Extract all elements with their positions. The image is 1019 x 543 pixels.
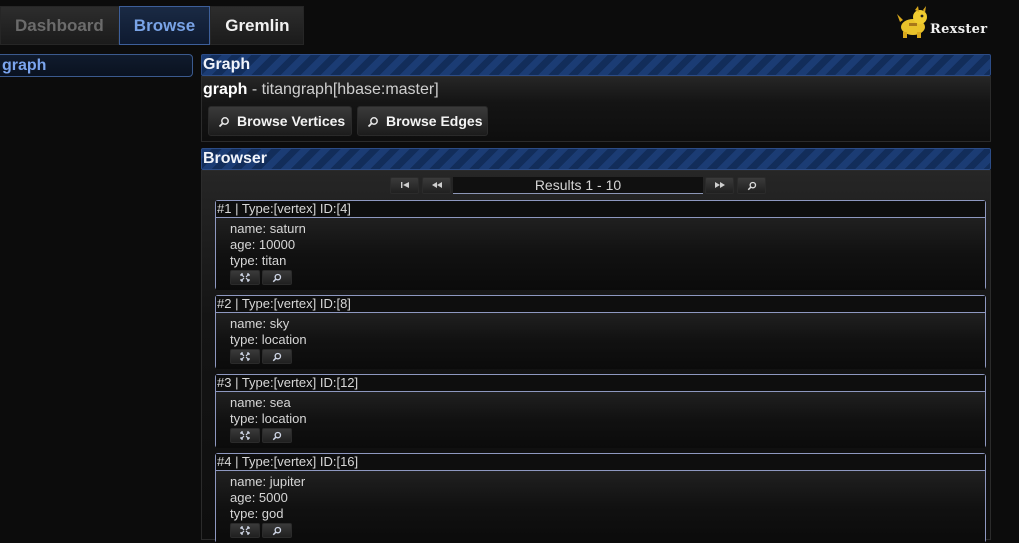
result-card: #3 | Type:[vertex] ID:[12] name: sea typ… (215, 374, 986, 448)
graph-name: graph (203, 81, 248, 98)
sidebar-item-graph[interactable]: graph (0, 54, 193, 77)
result-title[interactable]: #1 | Type:[vertex] ID:[4] (216, 201, 985, 218)
top-nav: Dashboard Browse Gremlin (0, 6, 305, 45)
graph-title: graph - titangraph[hbase:master] (203, 81, 439, 99)
search-icon (272, 431, 282, 440)
first-page-button[interactable] (390, 177, 419, 194)
results-range: Results 1 - 10 (453, 177, 703, 194)
search-icon (272, 273, 282, 282)
expand-icon (240, 273, 250, 282)
previous-page-button[interactable] (422, 177, 451, 194)
result-card: #1 | Type:[vertex] ID:[4] name: saturn a… (215, 200, 986, 290)
inspect-button[interactable] (262, 349, 292, 364)
search-icon (218, 117, 229, 128)
property: name: jupiter (230, 474, 306, 489)
browse-vertices-label: Browse Vertices (237, 113, 346, 129)
tab-dashboard[interactable]: Dashboard (0, 6, 119, 45)
property: type: location (230, 332, 307, 347)
next-page-button[interactable] (705, 177, 734, 194)
property: type: titan (230, 253, 287, 268)
next-page-icon (714, 182, 725, 188)
expand-icon (240, 431, 250, 440)
graph-description: - titangraph[hbase:master] (247, 81, 439, 98)
result-properties: name: jupiter age: 5000 type: god (216, 471, 985, 543)
property: name: sea (230, 395, 291, 410)
browse-edges-button[interactable]: Browse Edges (357, 106, 488, 136)
expand-button[interactable] (230, 428, 260, 443)
search-icon (272, 526, 282, 535)
graph-panel: graph - titangraph[hbase:master] Browse … (201, 76, 991, 142)
property: name: sky (230, 316, 290, 331)
expand-button[interactable] (230, 270, 260, 285)
result-card: #2 | Type:[vertex] ID:[8] name: sky type… (215, 295, 986, 369)
logo-text: Rexster (930, 22, 988, 37)
property: age: 5000 (230, 490, 288, 505)
expand-button[interactable] (230, 523, 260, 538)
expand-icon (240, 352, 250, 361)
rexster-logo: Rexster (897, 6, 993, 40)
result-title[interactable]: #2 | Type:[vertex] ID:[8] (216, 296, 985, 313)
result-card: #4 | Type:[vertex] ID:[16] name: jupiter… (215, 453, 986, 543)
browser-panel-header: Browser (201, 148, 991, 170)
dog-icon (897, 6, 927, 38)
result-title[interactable]: #4 | Type:[vertex] ID:[16] (216, 454, 985, 471)
browser-panel: Results 1 - 10 #1 | Type:[vertex] ID:[4]… (201, 170, 991, 543)
browse-vertices-button[interactable]: Browse Vertices (208, 106, 352, 136)
search-icon (367, 117, 378, 128)
search-icon (747, 181, 756, 191)
property: type: location (230, 411, 307, 426)
property: type: god (230, 506, 284, 521)
previous-page-icon (431, 182, 442, 188)
tab-gremlin[interactable]: Gremlin (210, 6, 305, 45)
result-properties: name: sky type: location (216, 313, 985, 369)
browse-edges-label: Browse Edges (386, 113, 483, 129)
inspect-button[interactable] (262, 270, 292, 285)
result-properties: name: saturn age: 10000 type: titan (216, 218, 985, 290)
result-properties: name: sea type: location (216, 392, 985, 448)
property: name: saturn (230, 221, 306, 236)
tab-browse[interactable]: Browse (118, 6, 211, 45)
property: age: 10000 (230, 237, 296, 252)
inspect-button[interactable] (262, 428, 292, 443)
search-results-button[interactable] (737, 177, 766, 194)
first-page-icon (400, 182, 409, 188)
expand-button[interactable] (230, 349, 260, 364)
search-icon (272, 352, 282, 361)
result-title[interactable]: #3 | Type:[vertex] ID:[12] (216, 375, 985, 392)
inspect-button[interactable] (262, 523, 292, 538)
graph-panel-header: Graph (201, 54, 991, 76)
